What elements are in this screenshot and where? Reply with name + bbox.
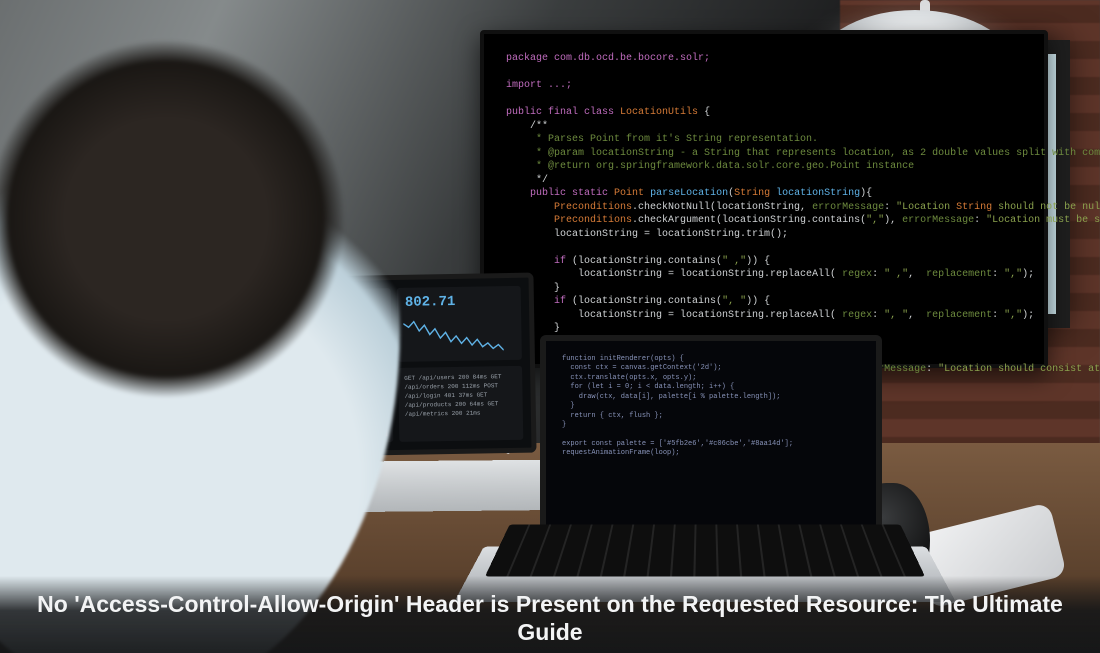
sparkline-b xyxy=(403,318,504,354)
article-hero-image: package com.db.ocd.be.bocore.solr; impor… xyxy=(0,0,1100,653)
laptop-keyboard xyxy=(485,524,925,576)
article-title-overlay: No 'Access-Control-Allow-Origin' Header … xyxy=(0,576,1100,653)
dashboard-requests: GET /api/users 200 84ms GET /api/orders … xyxy=(398,366,523,442)
dashboard-metric-b: 802.71 xyxy=(397,286,522,362)
external-monitor: package com.db.ocd.be.bocore.solr; impor… xyxy=(480,30,1048,368)
developer-person xyxy=(0,0,400,653)
front-code-content: function initRenderer(opts) { const ctx … xyxy=(546,341,876,473)
metric-b-value: 802.71 xyxy=(405,295,456,310)
laptop-front-screen: function initRenderer(opts) { const ctx … xyxy=(540,335,882,537)
